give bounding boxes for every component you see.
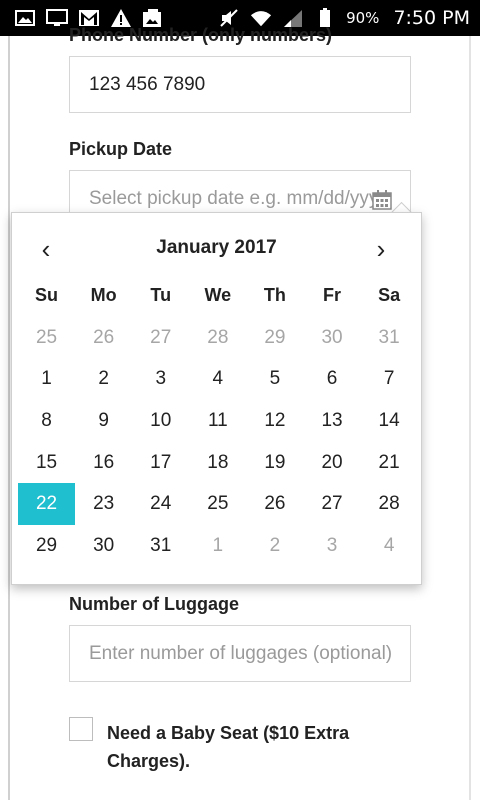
day-cell[interactable]: 13 [303, 400, 360, 442]
weekday-su: Su [35, 285, 59, 306]
weekday-tu: Tu [150, 285, 172, 306]
luggage-field[interactable]: Enter number of luggages (optional) [69, 625, 411, 682]
battery-percent: 90% [346, 9, 380, 27]
day-cell-selected[interactable]: 22 [18, 483, 76, 526]
day-cell[interactable]: 4 [361, 525, 418, 567]
weekday-we: We [204, 285, 232, 306]
phone-field[interactable]: 123 456 7890 [69, 56, 411, 113]
phone-label: Phone Number (only numbers) [69, 25, 333, 45]
day-cell[interactable]: 1 [189, 525, 246, 567]
day-cell[interactable]: 3 [303, 525, 360, 567]
day-cell[interactable]: 18 [189, 442, 246, 484]
day-cell[interactable]: 10 [132, 400, 189, 442]
day-cell[interactable]: 8 [18, 400, 75, 442]
baby-seat-checkbox[interactable] [69, 717, 93, 741]
luggage-placeholder: Enter number of luggages (optional) [89, 642, 393, 664]
day-cell[interactable]: 29 [18, 525, 75, 567]
month-title[interactable]: January 2017 [12, 237, 421, 259]
day-cell[interactable]: 19 [246, 442, 303, 484]
gallery-icon [14, 8, 36, 28]
day-cell[interactable]: 21 [361, 442, 418, 484]
day-cell[interactable]: 16 [75, 442, 132, 484]
day-cell[interactable]: 6 [303, 358, 360, 400]
day-cell[interactable]: 27 [132, 317, 189, 359]
day-cell[interactable]: 5 [246, 358, 303, 400]
weekday-sa: Sa [378, 285, 401, 306]
day-cell[interactable]: 26 [75, 317, 132, 359]
day-cell[interactable]: 7 [361, 358, 418, 400]
next-month-button[interactable]: › [361, 231, 401, 267]
day-cell[interactable]: 15 [18, 442, 75, 484]
day-cell[interactable]: 28 [189, 317, 246, 359]
page-border-right [469, 36, 471, 800]
baby-seat-label[interactable]: Need a Baby Seat ($10 Extra Charges). [107, 719, 427, 775]
day-cell[interactable]: 31 [361, 317, 418, 359]
weekday-row: Su Mo Tu We Th Fr Sa [18, 275, 418, 317]
day-cell[interactable]: 2 [75, 358, 132, 400]
day-cell[interactable]: 3 [132, 358, 189, 400]
luggage-label: Number of Luggage [69, 594, 239, 614]
day-cell[interactable]: 29 [246, 317, 303, 359]
week-row: 1 2 3 4 5 6 7 [18, 358, 418, 400]
day-cell[interactable]: 23 [75, 483, 132, 525]
day-cell[interactable]: 31 [132, 525, 189, 567]
day-cell[interactable]: 25 [189, 483, 246, 525]
week-row: 22 23 24 25 26 27 28 [18, 483, 418, 526]
pickup-date-placeholder: Select pickup date e.g. mm/dd/yyyy [89, 187, 388, 209]
datepicker-header: ‹ January 2017 › [12, 231, 421, 267]
weekday-fr: Fr [323, 285, 342, 306]
day-cell[interactable]: 25 [18, 317, 75, 359]
day-cell[interactable]: 1 [18, 358, 75, 400]
day-cell[interactable]: 27 [303, 483, 360, 525]
day-cell[interactable]: 17 [132, 442, 189, 484]
day-cell[interactable]: 4 [189, 358, 246, 400]
cast-icon [46, 8, 68, 28]
day-cell[interactable]: 11 [189, 400, 246, 442]
weekday-th: Th [263, 285, 286, 306]
week-row: 25 26 27 28 29 30 31 [18, 317, 418, 359]
clock: 7:50 PM [393, 7, 470, 29]
day-cell[interactable]: 9 [75, 400, 132, 442]
day-cell[interactable]: 24 [132, 483, 189, 525]
day-cell[interactable]: 14 [361, 400, 418, 442]
page-border-left [8, 36, 10, 800]
week-row: 8 9 10 11 12 13 14 [18, 400, 418, 442]
day-cell[interactable]: 28 [361, 483, 418, 525]
calendar-icon[interactable] [372, 190, 392, 210]
week-row: 29 30 31 1 2 3 4 [18, 525, 418, 567]
pickup-date-label: Pickup Date [69, 139, 173, 159]
day-cell[interactable]: 20 [303, 442, 360, 484]
datepicker-grid: Su Mo Tu We Th Fr Sa 25 26 27 28 29 30 3… [18, 275, 418, 567]
datepicker-popup: ‹ January 2017 › Su Mo Tu We Th Fr Sa 25… [11, 212, 422, 585]
weekday-mo: Mo [90, 285, 117, 306]
day-cell[interactable]: 2 [246, 525, 303, 567]
phone-value: 123 456 7890 [89, 73, 206, 95]
day-cell[interactable]: 30 [75, 525, 132, 567]
week-row: 15 16 17 18 19 20 21 [18, 442, 418, 484]
day-cell[interactable]: 26 [246, 483, 303, 525]
day-cell[interactable]: 12 [246, 400, 303, 442]
day-cell[interactable]: 30 [303, 317, 360, 359]
